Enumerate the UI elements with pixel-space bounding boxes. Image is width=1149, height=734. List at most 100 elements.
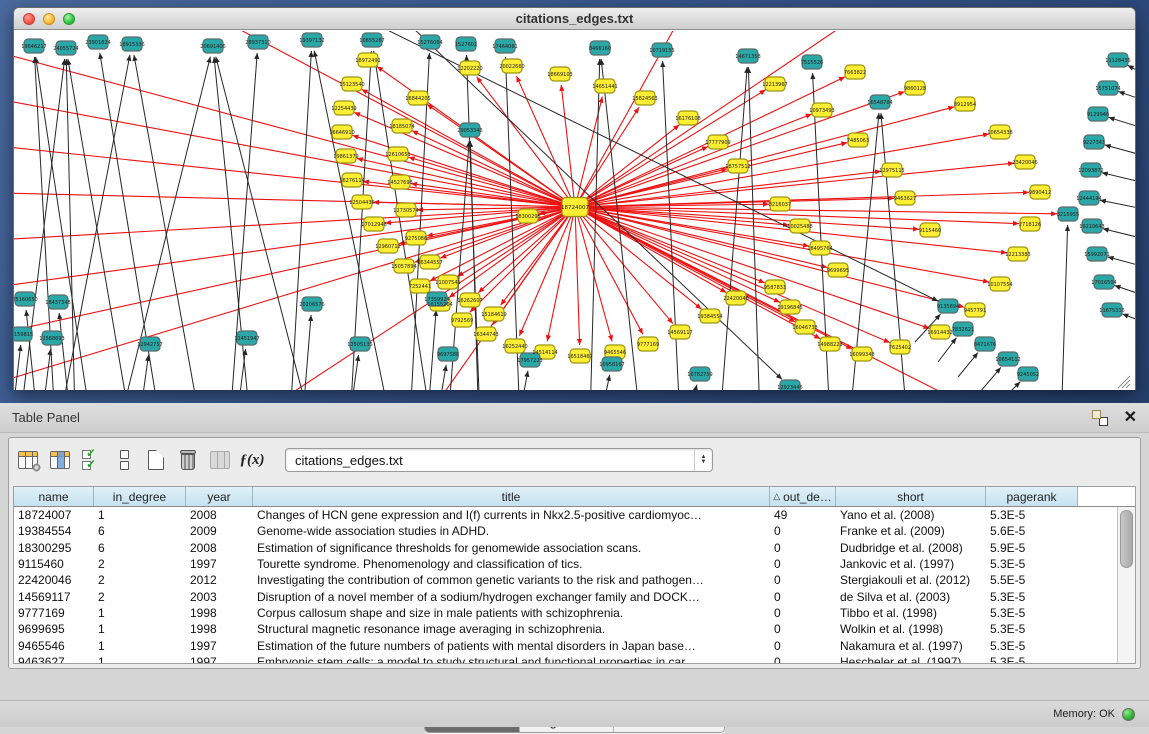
table-row[interactable]: 1872400712008Changes of HCN gene express…: [14, 507, 1117, 523]
svg-text:10973493: 10973493: [809, 108, 834, 114]
delete-button[interactable]: [175, 447, 201, 473]
table-cell: 2008: [186, 541, 253, 555]
table-vertical-scrollbar[interactable]: [1117, 507, 1135, 663]
svg-text:12202220: 12202220: [457, 66, 482, 72]
network-window-titlebar[interactable]: citations_edges.txt: [14, 8, 1135, 30]
svg-text:12610651: 12610651: [385, 152, 410, 158]
header-filler: [1078, 487, 1135, 506]
column-header-short[interactable]: short: [836, 487, 986, 506]
table-cell: 2: [94, 590, 186, 604]
table-cell: 5.3E-5: [986, 655, 1078, 663]
svg-text:9135694: 9135694: [937, 304, 959, 310]
table-cell: Estimation of significance thresholds fo…: [253, 541, 770, 555]
table-row[interactable]: 1456911722003Disruption of a novel membe…: [14, 588, 1117, 604]
table-row[interactable]: 946554611997Estimation of the future num…: [14, 637, 1117, 653]
svg-text:16518467: 16518467: [567, 354, 592, 360]
table-cell: 0: [770, 655, 836, 663]
table-cell: de Silva et al. (2003): [836, 590, 986, 604]
table-body[interactable]: 1872400712008Changes of HCN gene express…: [14, 507, 1117, 663]
svg-text:10654338: 10654338: [987, 130, 1012, 136]
table-row[interactable]: 1830029562008Estimation of significance …: [14, 540, 1117, 556]
function-builder-button[interactable]: ƒ(x): [239, 447, 265, 473]
table-cell: 5.3E-5: [986, 622, 1078, 636]
table-source-dropdown[interactable]: citations_edges.txt ▲ ▼: [285, 448, 713, 472]
svg-text:23420046: 23420046: [1012, 160, 1037, 166]
table-cell: 5.3E-5: [986, 639, 1078, 653]
column-header-name[interactable]: name: [14, 487, 94, 506]
svg-text:11007541: 11007541: [435, 280, 460, 286]
table-cell: 5.3E-5: [986, 557, 1078, 571]
select-rows-button[interactable]: ✓✓: [79, 447, 105, 473]
table-row[interactable]: 1938455462009Genome-wide association stu…: [14, 523, 1117, 539]
svg-text:16914432: 16914432: [927, 330, 952, 336]
table-settings-button[interactable]: [15, 447, 41, 473]
table-toolbar: ✓✓ ƒ(x) citations_edges.txt ▲ ▼: [9, 438, 1140, 482]
column-header-outde[interactable]: △out_de…: [770, 487, 836, 506]
svg-text:9777169: 9777169: [637, 342, 659, 348]
table-row[interactable]: 2242004622012Investigating the contribut…: [14, 572, 1117, 588]
svg-text:18185074: 18185074: [389, 124, 414, 130]
svg-text:18757512: 18757512: [725, 164, 750, 170]
scrollbar-thumb[interactable]: [1120, 510, 1133, 568]
table-cell: Nakamura et al. (1997): [836, 639, 986, 653]
svg-text:14988222: 14988222: [817, 342, 842, 348]
table-row[interactable]: 946362711997Embryonic stem cells: a mode…: [14, 654, 1117, 663]
table-cell: 9777169: [14, 606, 94, 620]
table-cell: Changes of HCN gene expression and I(f) …: [253, 508, 770, 522]
column-header-indegree[interactable]: in_degree: [94, 487, 186, 506]
svg-text:8471676: 8471676: [974, 342, 996, 348]
network-window: citations_edges.txt 19646217240557242390…: [13, 7, 1136, 390]
svg-text:16252440: 16252440: [502, 344, 527, 350]
svg-text:24055724: 24055724: [53, 46, 78, 52]
svg-text:16344557: 16344557: [417, 260, 442, 266]
svg-text:11451947: 11451947: [234, 336, 259, 342]
svg-text:9890412: 9890412: [1029, 190, 1051, 196]
network-canvas-container[interactable]: 1964621724055724239018241891533620691406…: [14, 31, 1135, 390]
table-cell: 5.5E-5: [986, 573, 1078, 587]
svg-text:9227343: 9227343: [1083, 140, 1105, 146]
svg-text:29053346: 29053346: [457, 128, 482, 134]
row-height-button[interactable]: [111, 447, 137, 473]
svg-text:16344743: 16344743: [473, 332, 498, 338]
float-panel-icon[interactable]: [1092, 410, 1108, 426]
table-cell: 2003: [186, 590, 253, 604]
table-cell: 19384554: [14, 524, 94, 538]
column-header-pagerank[interactable]: pagerank: [986, 487, 1078, 506]
svg-text:18972491: 18972491: [355, 58, 380, 64]
citation-network-graph[interactable]: 1964621724055724239018241891533620691406…: [14, 31, 1135, 390]
table-cell: 0: [770, 541, 836, 555]
svg-text:1527602: 1527602: [455, 42, 477, 48]
table-cell: 18724007: [14, 508, 94, 522]
close-panel-icon[interactable]: ✕: [1124, 410, 1137, 426]
svg-text:9465546: 9465546: [604, 350, 626, 356]
svg-text:12213383: 12213383: [1005, 252, 1030, 258]
svg-text:16176108: 16176108: [675, 116, 700, 122]
svg-text:19397132: 19397132: [299, 38, 324, 44]
svg-text:11568693: 11568693: [39, 336, 64, 342]
column-header-year[interactable]: year: [186, 487, 253, 506]
svg-text:9697588: 9697588: [437, 352, 459, 358]
new-document-button[interactable]: [143, 447, 169, 473]
svg-text:18669103: 18669103: [547, 72, 572, 78]
table-cell: Hescheler et al. (1997): [836, 655, 986, 663]
table-cell: Tibbo et al. (1998): [836, 606, 986, 620]
svg-text:20022660: 20022660: [499, 64, 524, 70]
svg-text:7252441: 7252441: [409, 284, 431, 290]
table-row[interactable]: 969969511998Structural magnetic resonanc…: [14, 621, 1117, 637]
table-cell: 0: [770, 524, 836, 538]
svg-text:15057894: 15057894: [391, 264, 416, 270]
svg-text:13505135: 13505135: [347, 342, 372, 348]
column-header-title[interactable]: title: [253, 487, 770, 506]
table-row[interactable]: 977716911998Corpus callosum shape and si…: [14, 605, 1117, 621]
svg-text:12444194: 12444194: [1076, 196, 1101, 202]
show-column-button[interactable]: [47, 447, 73, 473]
svg-text:9457791: 9457791: [964, 308, 986, 314]
table-cell: 2009: [186, 524, 253, 538]
table-panel-header: Table Panel ✕: [0, 403, 1149, 433]
svg-text:7663822: 7663822: [844, 70, 866, 76]
table-cell: 2008: [186, 508, 253, 522]
svg-text:15123540: 15123540: [339, 82, 364, 88]
table-header-row: namein_degreeyeartitle△out_de…shortpager…: [14, 487, 1135, 507]
table-row[interactable]: 911546021997Tourette syndrome. Phenomeno…: [14, 556, 1117, 572]
svg-text:12975115: 12975115: [879, 168, 904, 174]
